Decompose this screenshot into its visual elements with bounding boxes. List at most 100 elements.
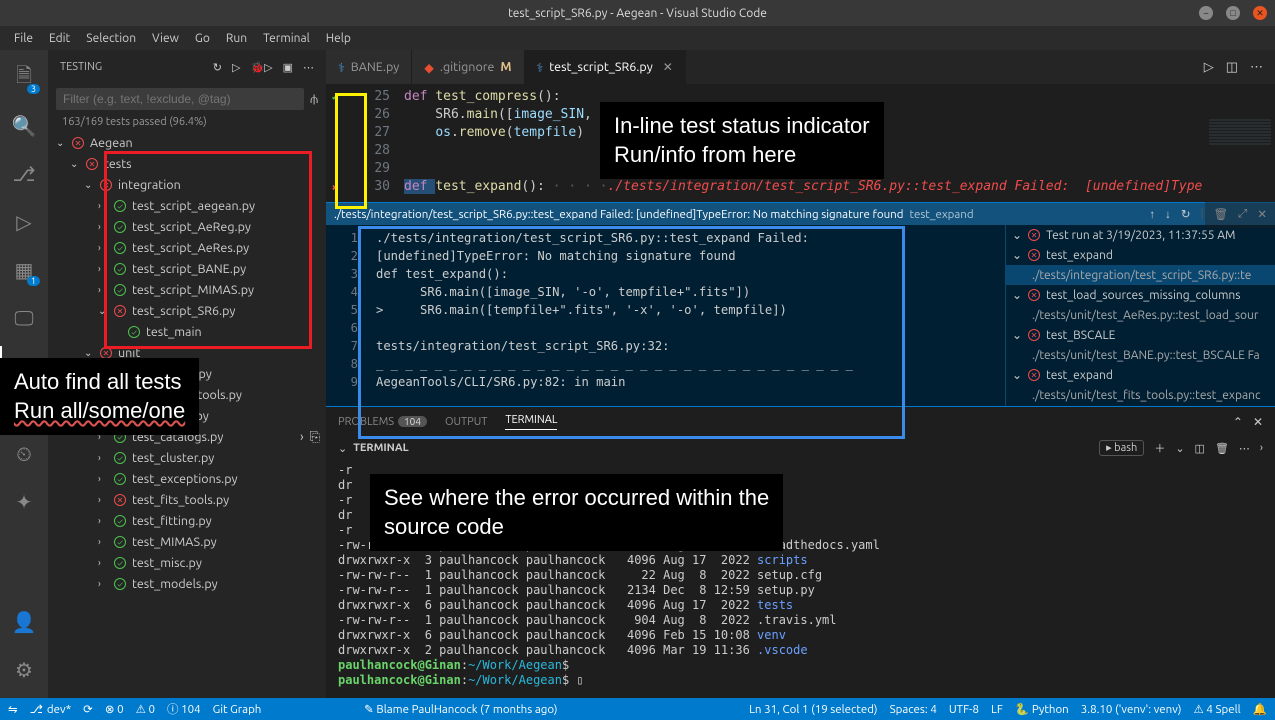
activity-other[interactable]: ✦ xyxy=(0,482,48,522)
tree-item[interactable]: ›✓test_exceptions.py xyxy=(48,468,326,489)
peek-side-item[interactable]: ./tests/unit/test_AeRes.py::test_load_so… xyxy=(1006,305,1275,325)
tree-item[interactable]: ›✓test_misc.py xyxy=(48,552,326,573)
menu-bar: FileEditSelectionViewGoRunTerminalHelp xyxy=(0,26,1275,50)
menu-file[interactable]: File xyxy=(8,30,39,47)
terminal-shell-pill[interactable]: ▸ bash xyxy=(1099,440,1144,456)
status-warnings[interactable]: ⚠ 0 xyxy=(136,702,155,716)
title-bar: test_script_SR6.py - Aegean - Visual Stu… xyxy=(0,0,1275,26)
status-eol[interactable]: LF xyxy=(991,703,1003,716)
peek-side-item[interactable]: ⌄ ✕ test_BSCALE xyxy=(1006,325,1275,345)
tree-item[interactable]: ›✓test_models.py xyxy=(48,573,326,594)
editor-more-icon[interactable]: ⋯ xyxy=(1250,60,1263,75)
status-errors[interactable]: ⊗ 0 xyxy=(105,702,124,716)
editor-tab[interactable]: ⚕ BANE.py xyxy=(326,50,412,84)
peek-side-list[interactable]: ⌄ ✕ Test run at 3/19/2023, 11:37:55 AM⌄ … xyxy=(1005,225,1275,406)
tree-item[interactable]: ›✕test_fits_tools.py xyxy=(48,489,326,510)
peek-rerun-icon[interactable]: ↻ xyxy=(1181,207,1191,221)
peek-header-tag: test_expand xyxy=(909,208,973,221)
menu-selection[interactable]: Selection xyxy=(80,30,142,47)
peek-prev-icon[interactable]: ↑ xyxy=(1149,207,1155,221)
run-file-icon[interactable]: ▷ xyxy=(1204,60,1214,75)
status-encoding[interactable]: UTF-8 xyxy=(949,703,979,716)
status-interpreter[interactable]: 3.8.10 ('venv': venv) xyxy=(1081,703,1182,716)
peek-header-text: ./tests/integration/test_script_SR6.py::… xyxy=(334,208,903,221)
sidebar-overflow-actions[interactable]: › ⎘ xyxy=(300,430,320,445)
terminal-overflow-icon[interactable]: › xyxy=(1260,440,1263,456)
activity-source-control[interactable]: ⎇ xyxy=(0,154,48,194)
window-title: test_script_SR6.py - Aegean - Visual Stu… xyxy=(508,7,767,20)
status-remote[interactable]: ⇋ xyxy=(8,702,18,716)
status-notifications[interactable]: 🔔 xyxy=(1253,702,1267,716)
peek-side-item[interactable]: ⌄ ✕ test_expand xyxy=(1006,365,1275,385)
terminal-new-icon[interactable]: ＋ xyxy=(1154,440,1165,456)
activity-remote[interactable]: 🖵 xyxy=(0,298,48,338)
terminal-more-icon[interactable]: ⋯ xyxy=(1239,440,1250,456)
tree-item[interactable]: ⌄✕Aegean xyxy=(48,132,326,153)
chevron-right-icon[interactable]: › xyxy=(300,430,304,445)
status-sync[interactable]: ⟳ xyxy=(83,702,93,716)
menu-go[interactable]: Go xyxy=(189,30,216,47)
status-language[interactable]: 🐍 Python xyxy=(1015,702,1069,716)
activity-run-debug[interactable]: ▷ xyxy=(0,202,48,242)
filter-icon[interactable]: ⫛ xyxy=(310,92,318,107)
test-summary: 163/169 tests passed (96.4%) xyxy=(48,114,326,130)
refresh-icon[interactable]: ↻ xyxy=(213,61,222,74)
show-output-icon[interactable]: ▣ xyxy=(283,61,293,74)
annotation-red-box xyxy=(104,151,312,349)
peek-side-item[interactable]: ./tests/unit/test_BANE.py::test_BSCALE F… xyxy=(1006,345,1275,365)
tree-item[interactable]: ›✓test_cluster.py xyxy=(48,447,326,468)
more-icon[interactable]: ⋯ xyxy=(303,61,314,74)
minimap[interactable] xyxy=(1205,118,1275,228)
status-cursor[interactable]: Ln 31, Col 1 (19 selected) xyxy=(749,703,878,716)
terminal-split-icon[interactable]: ◫ xyxy=(1195,440,1205,456)
window-maximize[interactable]: □ xyxy=(1226,6,1240,20)
panel-close-icon[interactable]: ✕ xyxy=(1253,415,1263,429)
activity-accounts[interactable]: 👤 xyxy=(0,602,48,642)
peek-side-item[interactable]: ⌄ ✕ test_expand xyxy=(1006,245,1275,265)
annotation-left: Auto find all tests Run all/some/one xyxy=(0,358,199,435)
peek-side-item[interactable]: ./tests/integration/test_script_SR6.py::… xyxy=(1006,265,1275,285)
chevron-down-icon[interactable]: ⌄ xyxy=(338,442,347,455)
activity-explorer[interactable]: 🗎3 xyxy=(0,58,48,98)
terminal-header: ⌄ TERMINAL ▸ bash ＋ ⌄ ◫ 🗑 ⋯ › xyxy=(326,437,1275,459)
run-all-icon[interactable]: ▷ xyxy=(232,61,240,74)
close-icon[interactable]: ✕ xyxy=(663,60,673,74)
editor-tab[interactable]: ◆ .gitignore M xyxy=(412,50,524,84)
panel-maximize-icon[interactable]: ⌃ xyxy=(1233,415,1243,429)
editor-tabs: ⚕ BANE.py ◆ .gitignore M⚕ test_script_SR… xyxy=(326,50,1275,84)
test-filter-input[interactable] xyxy=(56,88,304,110)
status-branch[interactable]: ⎇ dev* xyxy=(30,702,72,716)
annotation-bottom: See where the error occurred within the … xyxy=(370,474,783,551)
window-minimize[interactable]: – xyxy=(1199,6,1213,20)
menu-edit[interactable]: Edit xyxy=(43,30,76,47)
menu-run[interactable]: Run xyxy=(220,30,253,47)
terminal-header-label: TERMINAL xyxy=(353,442,408,454)
debug-all-icon[interactable]: 🐞▷ xyxy=(250,61,272,74)
tree-item[interactable]: ›✓test_MIMAS.py xyxy=(48,531,326,552)
status-bar: ⇋ ⎇ dev* ⟳ ⊗ 0 ⚠ 0 ⓘ 104 Git Graph ✎ Bla… xyxy=(0,698,1275,720)
status-spaces[interactable]: Spaces: 4 xyxy=(890,703,937,716)
annotation-top-right: In-line test status indicator Run/info f… xyxy=(600,102,884,179)
menu-help[interactable]: Help xyxy=(320,30,357,47)
status-git-graph[interactable]: Git Graph xyxy=(213,703,262,716)
annotation-blue-box xyxy=(358,226,905,439)
tree-item[interactable]: ›✓test_fitting.py xyxy=(48,510,326,531)
menu-view[interactable]: View xyxy=(146,30,185,47)
menu-terminal[interactable]: Terminal xyxy=(257,30,316,47)
status-info[interactable]: ⓘ 104 xyxy=(167,701,201,717)
activity-live-share[interactable]: ⏲ xyxy=(0,434,48,474)
activity-extensions[interactable]: ▦1 xyxy=(0,250,48,290)
peek-next-icon[interactable]: ↓ xyxy=(1165,207,1171,221)
peek-side-item[interactable]: ./tests/unit/test_fits_tools.py::test_ex… xyxy=(1006,385,1275,405)
status-spell[interactable]: ⚠ 4 Spell xyxy=(1193,702,1240,716)
peek-side-item[interactable]: ⌄ ✕ test_load_sources_missing_columns xyxy=(1006,285,1275,305)
copy-icon[interactable]: ⎘ xyxy=(310,430,320,445)
window-close[interactable]: ✕ xyxy=(1253,6,1267,20)
split-editor-icon[interactable]: ◫ xyxy=(1226,60,1238,75)
terminal-kill-icon[interactable]: 🗑 xyxy=(1215,440,1229,456)
status-blame[interactable]: ✎ Blame PaulHancock (7 months ago) xyxy=(364,702,557,716)
activity-settings[interactable]: ⚙ xyxy=(0,650,48,690)
editor-tab[interactable]: ⚕ test_script_SR6.py ✕ xyxy=(525,50,686,84)
activity-search[interactable]: 🔍 xyxy=(0,106,48,146)
terminal-dropdown-icon[interactable]: ⌄ xyxy=(1175,440,1184,456)
